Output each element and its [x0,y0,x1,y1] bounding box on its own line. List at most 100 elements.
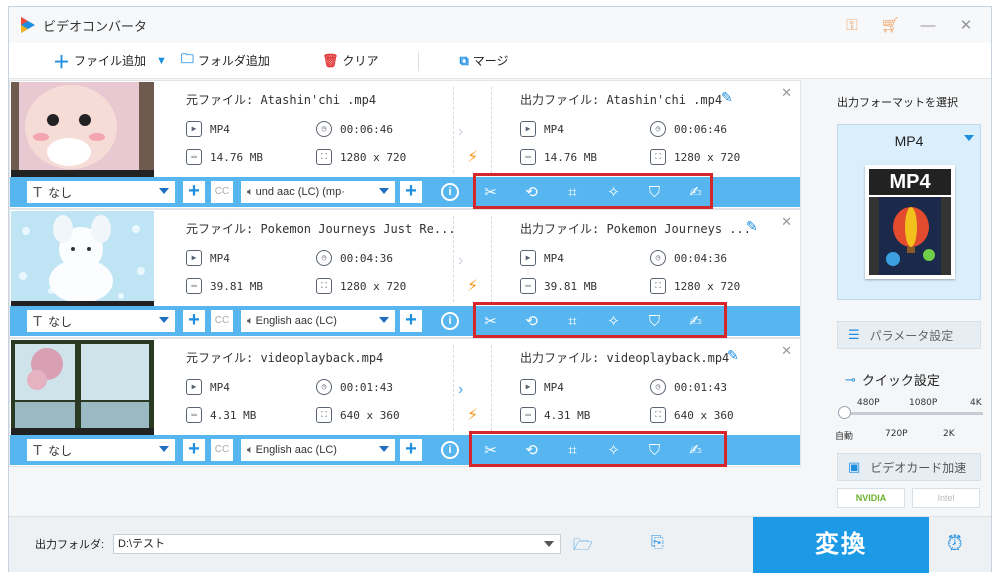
quality-slider-knob[interactable] [838,406,851,419]
video-file-icon: ▶ [520,250,536,266]
convert-button[interactable]: 変換 [753,517,929,573]
lightning-icon: ⚡ [467,278,479,295]
lightning-icon: ⚡ [467,407,479,424]
video-thumbnail[interactable] [11,340,154,435]
info-icon[interactable]: i [441,183,459,201]
app-window: ビデオコンバータ ⚿ 🛒︎ — ✕ ＋ ファイル追加 ▼ 🗀︎ フォルダ追加 🗑… [8,6,992,573]
remove-item-icon[interactable]: ✕ [781,343,792,359]
format-selector[interactable]: MP4 MP4 [837,124,981,300]
intel-badge[interactable]: Intel [912,488,980,508]
remove-item-icon[interactable]: ✕ [781,85,792,101]
quality-label-1080p: 1080P [909,398,938,408]
parameter-settings-button[interactable]: ☰ パラメータ設定 [837,321,981,349]
add-audio-button[interactable]: + [400,310,422,332]
add-subtitle-button[interactable]: + [183,181,205,203]
format-dropdown-icon[interactable] [964,135,974,141]
cart-icon[interactable]: 🛒︎ [871,16,909,34]
speaker-icon: 🔈︎ [247,314,254,327]
quality-slider[interactable] [841,412,983,415]
info-icon[interactable]: i [441,312,459,330]
app-title: ビデオコンバータ [43,18,148,34]
video-file-icon: ▶ [186,250,202,266]
clear-button[interactable]: 🗑︎ クリア [322,52,379,69]
add-folder-button[interactable]: 🗀︎ フォルダ追加 [181,50,270,72]
resolution-icon: ⛶ [316,407,332,423]
cc-icon[interactable]: CC [211,439,233,461]
video-file-icon: ▶ [186,121,202,137]
quality-label-480p: 480P [857,398,880,408]
add-audio-button[interactable]: + [400,181,422,203]
add-audio-button[interactable]: + [400,439,422,461]
output-resolution: ⛶ 1280 x 720 [650,278,740,294]
arrow-right-icon: › [458,123,464,140]
source-resolution: ⛶ 640 x 360 [316,407,400,423]
audio-track-select[interactable]: 🔈︎ English aac (LC) [241,310,395,332]
output-filename: 出力ファイル: Pokemon Journeys ... [520,222,751,236]
folder-icon: ▭ [520,407,536,423]
video-file-icon: ▶ [520,379,536,395]
video-thumbnail[interactable] [11,82,154,177]
source-format: ▶ MP4 [186,250,230,266]
key-icon[interactable]: ⚿ [833,17,871,34]
source-size: ▭ 39.81 MB [186,278,263,294]
video-file-icon: ▶ [186,379,202,395]
source-resolution: ⛶ 1280 x 720 [316,149,406,165]
audio-track-select[interactable]: 🔈︎ und aac (LC) (mp· [241,181,395,203]
cc-icon[interactable]: CC [211,181,233,203]
chip-icon: ▣ [848,459,861,474]
highlight-box [473,173,713,209]
bottom-bar: 出力フォルダ: D:\テスト 🗁︎ ⎘ 変換 ⏰︎ [9,516,991,573]
subtitle-select[interactable]: T なし [27,439,175,461]
add-subtitle-button[interactable]: + [183,439,205,461]
add-subtitle-button[interactable]: + [183,310,205,332]
format-panel: 出力フォーマットを選択 MP4 MP4 ☰ パラメータ設定 ⊸ クイック設定 480… [811,80,991,516]
add-file-dropdown-icon[interactable]: ▼ [156,55,167,67]
quality-label-auto: 自動 [835,432,854,442]
info-icon[interactable]: i [441,441,459,459]
output-resolution: ⛶ 640 x 360 [650,407,734,423]
resolution-icon: ⛶ [650,278,666,294]
rename-pencil-icon[interactable]: ✎ [727,347,739,364]
open-folder-icon[interactable]: 🗁︎ [573,534,593,561]
remove-item-icon[interactable]: ✕ [781,214,792,230]
output-size: ▭ 4.31 MB [520,407,590,423]
resolution-icon: ⛶ [316,278,332,294]
folder-icon: ▭ [186,149,202,165]
source-duration: ◷ 00:06:46 [316,121,393,137]
text-icon: T [33,183,43,201]
clear-label: クリア [342,54,379,68]
subtitle-select[interactable]: T なし [27,310,175,332]
add-file-button[interactable]: ＋ ファイル追加 ▼ [53,48,167,73]
cc-icon[interactable]: CC [211,310,233,332]
open-output-icon[interactable]: ⎘ [651,534,664,552]
quality-label-720p: 720P [885,429,908,439]
speaker-icon: 🔈︎ [247,185,254,198]
format-panel-header: 出力フォーマットを選択 [837,97,958,109]
audio-track-select[interactable]: 🔈︎ English aac (LC) [241,439,395,461]
folder-icon: ▭ [186,278,202,294]
merge-button[interactable]: ⧉ マージ [459,52,508,69]
gpu-acceleration-label: ビデオカード加速 [870,460,967,475]
text-icon: T [33,441,43,459]
alarm-clock-icon[interactable]: ⏰︎ [947,533,963,556]
minimize-button[interactable]: — [909,17,947,34]
clock-icon: ◷ [316,379,332,395]
main-toolbar: ＋ ファイル追加 ▼ 🗀︎ フォルダ追加 🗑︎ クリア ⧉ マージ [9,43,991,79]
quick-settings-label: ⊸ クイック設定 [845,371,940,389]
video-thumbnail[interactable] [11,211,154,306]
source-filename: 元ファイル: videoplayback.mp4 [186,351,384,365]
rename-pencil-icon[interactable]: ✎ [721,89,733,106]
add-file-label: ファイル追加 [74,54,147,68]
poster-label: MP4 [869,169,951,195]
highlight-box [469,431,727,467]
close-window-button[interactable]: ✕ [947,16,985,34]
rename-pencil-icon[interactable]: ✎ [746,218,758,235]
output-folder-select[interactable]: D:\テスト [113,534,561,554]
output-format: ▶ MP4 [520,379,564,395]
gpu-acceleration-button[interactable]: ▣ ビデオカード加速 [837,453,981,481]
output-filename: 出力ファイル: Atashin'chi .mp4 [520,93,723,107]
subtitle-select[interactable]: T なし [27,181,175,203]
nvidia-badge[interactable]: NVIDIA [837,488,905,508]
source-size: ▭ 14.76 MB [186,149,263,165]
text-icon: T [33,312,43,330]
